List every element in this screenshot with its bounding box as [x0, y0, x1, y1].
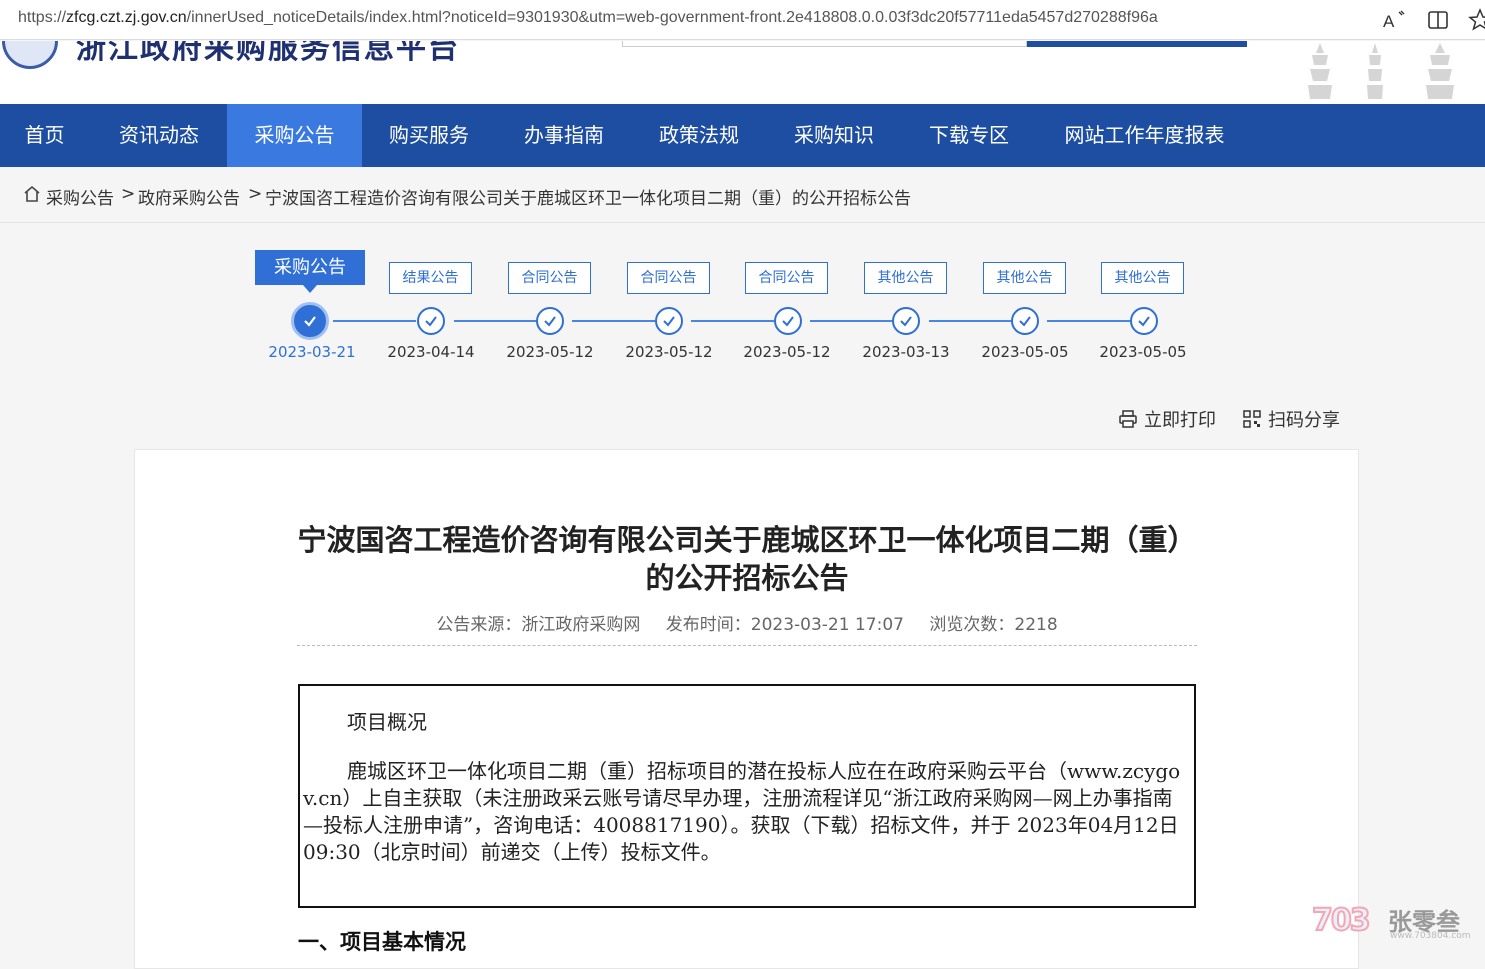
timeline-date: 2023-05-12 [625, 343, 713, 361]
pagoda-decoration [1367, 43, 1383, 99]
home-icon[interactable] [22, 184, 42, 204]
pagoda-decoration [1308, 43, 1332, 99]
divider [297, 645, 1197, 646]
nav-item-knowledge[interactable]: 采购知识 [767, 104, 901, 167]
breadcrumb-item-gov-procurement[interactable]: 政府采购公告 [138, 184, 240, 209]
article-meta: 公告来源：浙江政府采购网 发布时间：2023-03-21 17:07 浏览次数：… [297, 610, 1197, 635]
timeline-tag[interactable]: 其他公告 [983, 262, 1066, 294]
url-text[interactable]: https://zfcg.czt.zj.gov.cn/innerUsed_not… [18, 9, 1158, 27]
timeline-step-check-icon[interactable] [536, 307, 564, 335]
share-label: 扫码分享 [1268, 410, 1340, 431]
timeline-step-check-icon[interactable] [1011, 307, 1039, 335]
overview-text: 鹿城区环卫一体化项目二期（重）招标项目的潜在投标人应在在政府采购云平台（www.… [303, 759, 1181, 864]
search-input[interactable] [622, 41, 1027, 47]
article-publish-time: 发布时间：2023-03-21 17:07 [665, 615, 904, 635]
timeline-tag[interactable]: 其他公告 [864, 262, 947, 294]
site-name: 浙江政府采购服务信息平台 [76, 41, 460, 66]
svg-text:A: A [1383, 12, 1395, 31]
watermark-domain: www.703804.com [1390, 931, 1471, 941]
timeline-tag[interactable]: 采购公告 [255, 250, 365, 293]
breadcrumb-separator: > [121, 184, 136, 204]
nav-item-purchase-service[interactable]: 购买服务 [362, 104, 496, 167]
timeline-step-check-icon[interactable] [655, 307, 683, 335]
timeline-connector [929, 320, 1012, 322]
nav-item-procurement-notice[interactable]: 采购公告 [227, 104, 362, 167]
url-host: zfcg.czt.zj.gov.cn [66, 9, 187, 26]
watermark-logo: 703 [1311, 902, 1372, 939]
url-path: /innerUsed_noticeDetails/index.html?noti… [186, 9, 1158, 26]
read-aloud-icon[interactable]: A [1380, 6, 1408, 34]
timeline-connector [454, 320, 537, 322]
section-heading: 一、项目基本情况 [298, 930, 466, 954]
timeline-step-check-icon[interactable] [774, 307, 802, 335]
site-header: 浙江政府采购服务信息平台 [0, 41, 1485, 104]
timeline-tag[interactable]: 合同公告 [627, 262, 710, 294]
nav-item-policy[interactable]: 政策法规 [632, 104, 766, 167]
timeline-date: 2023-05-12 [743, 343, 831, 361]
nav-item-home[interactable]: 首页 [0, 104, 89, 167]
article-title: 宁波国咨工程造价咨询有限公司关于鹿城区环卫一体化项目二期（重）的公开招标公告 [297, 523, 1197, 595]
timeline-step-check-icon[interactable] [1130, 307, 1158, 335]
pagoda-decoration [1426, 43, 1454, 99]
address-bar[interactable]: https://zfcg.czt.zj.gov.cn/innerUsed_not… [0, 0, 1485, 40]
timeline-connector [333, 320, 416, 322]
printer-icon [1119, 410, 1137, 428]
timeline-tag[interactable]: 合同公告 [508, 262, 591, 294]
search-button[interactable] [1027, 41, 1247, 47]
timeline-date: 2023-05-05 [1099, 343, 1187, 361]
timeline-tag[interactable]: 合同公告 [745, 262, 828, 294]
timeline-step-check-icon[interactable] [291, 302, 329, 340]
qr-share-button[interactable]: 扫码分享 [1242, 406, 1340, 432]
timeline-date: 2023-03-21 [268, 343, 356, 361]
main-nav: 首页 资讯动态 采购公告 购买服务 办事指南 政策法规 采购知识 下载专区 网站… [0, 104, 1485, 167]
timeline-connector [572, 320, 655, 322]
overview-heading: 项目概况 [347, 710, 427, 734]
timeline-tag[interactable]: 其他公告 [1101, 262, 1184, 294]
site-logo[interactable] [2, 41, 58, 69]
timeline-connector [1047, 320, 1130, 322]
qr-code-icon [1243, 410, 1261, 428]
split-screen-icon[interactable] [1424, 6, 1452, 34]
breadcrumb-separator: > [248, 184, 263, 204]
timeline-connector [810, 320, 893, 322]
timeline-tag[interactable]: 结果公告 [389, 262, 472, 294]
timeline-date: 2023-04-14 [387, 343, 475, 361]
nav-item-guide[interactable]: 办事指南 [497, 104, 631, 167]
favorite-star-icon[interactable] [1466, 6, 1485, 34]
breadcrumb: 采购公告 > 政府采购公告 > 宁波国咨工程造价咨询有限公司关于鹿城区环卫一体化… [0, 167, 1485, 223]
print-button[interactable]: 立即打印 [1118, 406, 1216, 432]
project-overview-box: 项目概况 鹿城区环卫一体化项目二期（重）招标项目的潜在投标人应在在政府采购云平台… [298, 684, 1196, 908]
timeline-connector [691, 320, 774, 322]
print-label: 立即打印 [1144, 410, 1216, 431]
breadcrumb-item-current: 宁波国咨工程造价咨询有限公司关于鹿城区环卫一体化项目二期（重）的公开招标公告 [265, 189, 911, 209]
timeline-date: 2023-05-05 [981, 343, 1069, 361]
breadcrumb-item-procurement[interactable]: 采购公告 [46, 184, 114, 209]
watermark: 703 张零叁 www.703804.com [1311, 900, 1482, 948]
url-prefix: https:// [18, 9, 67, 26]
article-source: 公告来源：浙江政府采购网 [436, 615, 641, 635]
timeline-step-check-icon[interactable] [417, 307, 445, 335]
timeline-date: 2023-03-13 [862, 343, 950, 361]
article-views: 浏览次数：2218 [929, 615, 1058, 635]
nav-item-download[interactable]: 下载专区 [902, 104, 1036, 167]
nav-item-annual-report[interactable]: 网站工作年度报表 [1037, 104, 1252, 167]
nav-item-news[interactable]: 资讯动态 [92, 104, 226, 167]
timeline-date: 2023-05-12 [506, 343, 594, 361]
timeline-step-check-icon[interactable] [892, 307, 920, 335]
